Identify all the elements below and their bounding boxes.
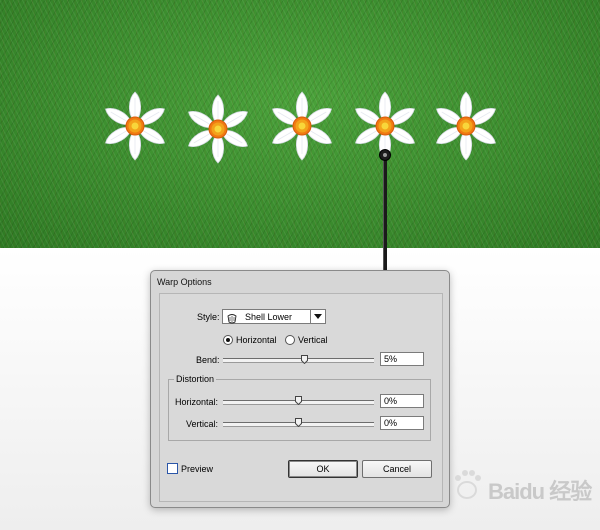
distortion-horizontal-label: Horizontal: <box>175 397 219 407</box>
preview-checkbox[interactable] <box>167 463 178 474</box>
bend-label: Bend: <box>196 355 220 365</box>
preview-label[interactable]: Preview <box>181 464 213 474</box>
daffodil-flower-1[interactable] <box>105 90 165 162</box>
shell-lower-icon <box>227 311 237 324</box>
style-selected-value: Shell Lower <box>245 312 293 322</box>
horizontal-radio-label[interactable]: Horizontal <box>236 335 277 345</box>
vertical-radio-label[interactable]: Vertical <box>298 335 328 345</box>
style-label: Style: <box>197 312 220 322</box>
watermark-text: Baidu 经验 <box>488 479 592 504</box>
distortion-group <box>168 379 431 441</box>
distortion-horizontal-slider-thumb[interactable] <box>295 396 302 405</box>
callout-leader-line <box>383 160 387 270</box>
horizontal-radio[interactable] <box>223 335 233 345</box>
distortion-group-label: Distortion <box>174 374 217 384</box>
bend-slider-track[interactable] <box>223 358 374 363</box>
ok-button[interactable]: OK <box>288 460 358 478</box>
dropdown-arrow-icon[interactable] <box>310 310 325 323</box>
distortion-vertical-slider-thumb[interactable] <box>295 418 302 427</box>
daffodil-flower-2[interactable] <box>188 93 248 165</box>
distortion-vertical-label: Vertical: <box>186 419 219 429</box>
cancel-button[interactable]: Cancel <box>362 460 432 478</box>
daffodil-flower-3[interactable] <box>272 90 332 162</box>
bend-value-field[interactable]: 5% <box>380 352 424 366</box>
style-dropdown[interactable]: Shell Lower <box>222 309 326 324</box>
bend-slider-thumb[interactable] <box>301 355 309 364</box>
distortion-vertical-value-field[interactable]: 0% <box>380 416 424 430</box>
daffodil-flower-5[interactable] <box>436 90 496 162</box>
dialog-title: Warp Options <box>157 277 212 287</box>
distortion-horizontal-value-field[interactable]: 0% <box>380 394 424 408</box>
callout-anchor-dot <box>379 149 391 161</box>
vertical-radio[interactable] <box>285 335 295 345</box>
